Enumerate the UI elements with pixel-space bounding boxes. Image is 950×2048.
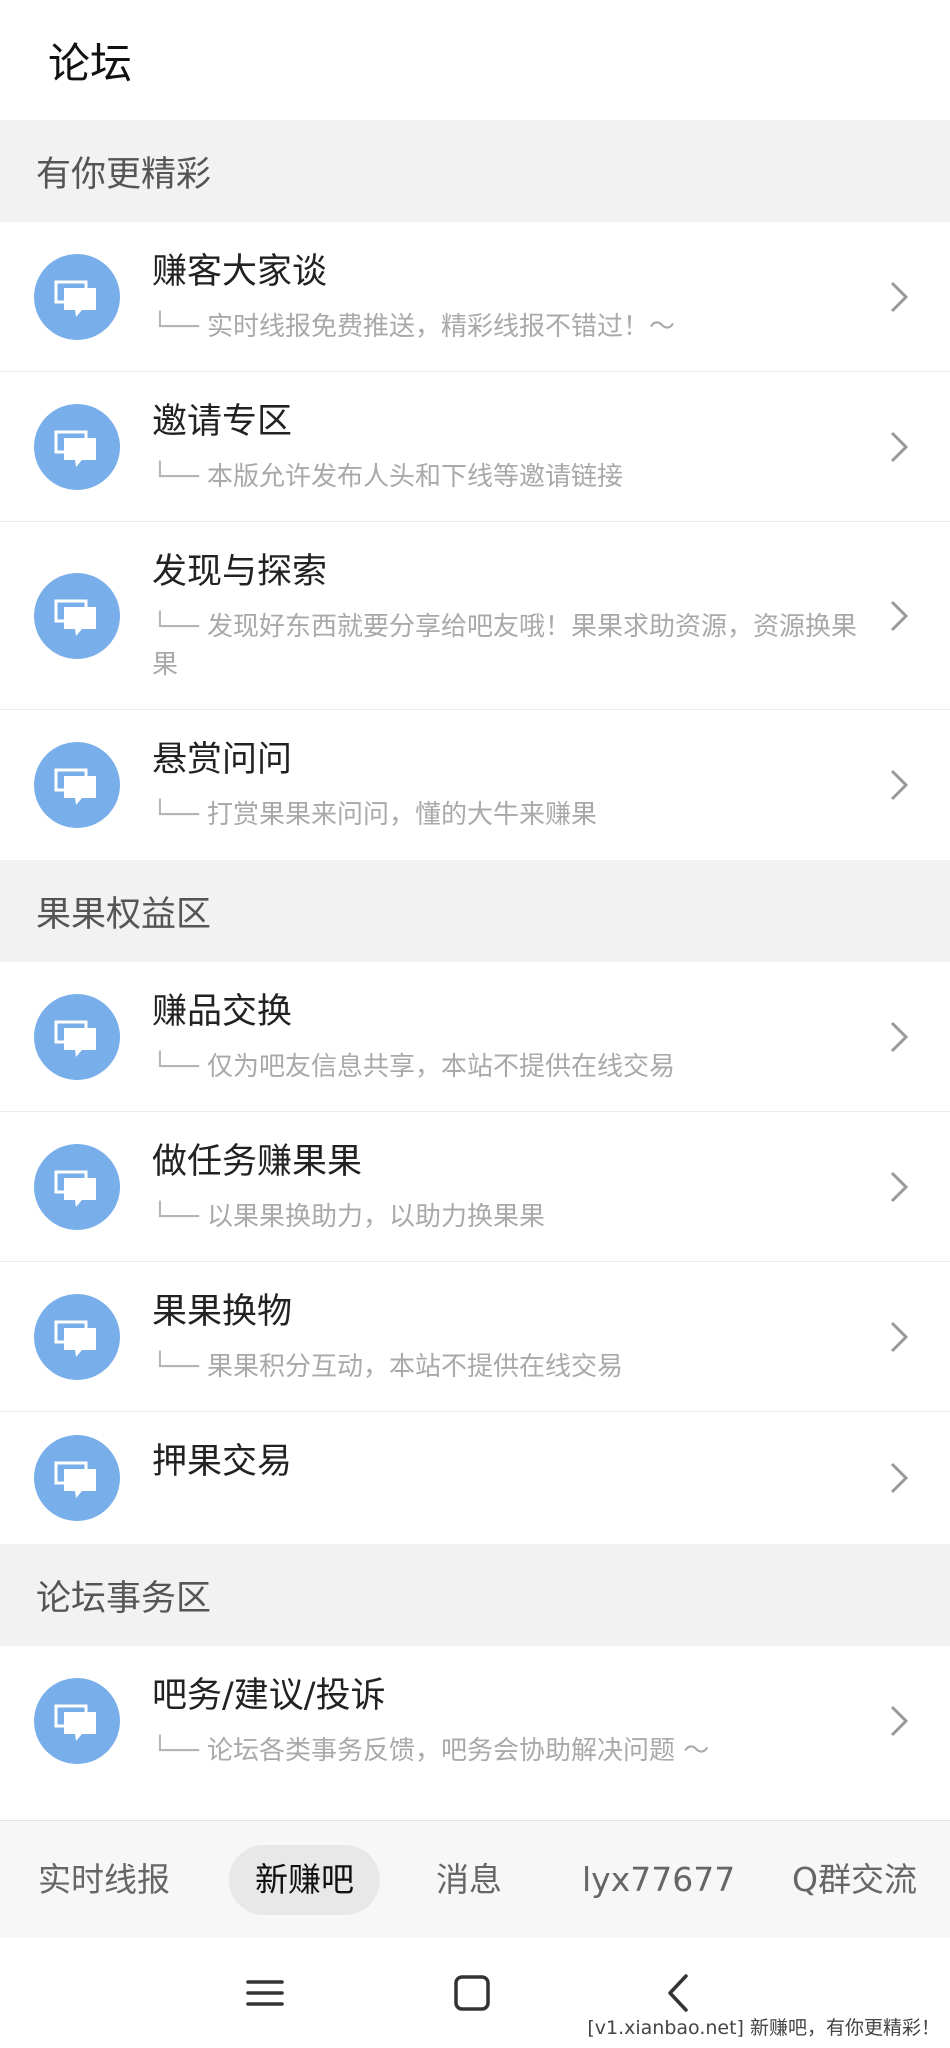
section-header-3: 论坛事务区 [0,1544,950,1646]
forum-item-zhuanpin-jiaohuan[interactable]: 赚品交换 └── 仅为吧友信息共享，本站不提供在线交易 [0,962,950,1112]
forum-item-zhuanke-dajiatan[interactable]: 赚客大家谈 └── 实时线报免费推送，精彩线报不错过！～ [0,222,950,372]
forum-item-yaguo-jiaoyi[interactable]: 押果交易 [0,1412,950,1544]
forum-item-guoguo-huanwu[interactable]: 果果换物 └── 果果积分互动，本站不提供在线交易 [0,1262,950,1412]
forum-item-desc-text: 以果果换助力，以助力换果果 [206,1202,545,1232]
chat-bubble-icon [34,404,120,490]
system-nav-bar: [v1.xianbao.net] 新赚吧，有你更精彩！ [0,1938,950,2048]
forum-item-title: 吧务/建议/投诉 [152,1676,386,1716]
tree-prefix: └── [152,612,199,642]
tree-prefix: └── [152,800,199,830]
forum-item-desc-text: 果果积分互动，本站不提供在线交易 [206,1352,623,1382]
tree-prefix: └── [152,1052,199,1082]
forum-item-title: 赚客大家谈 [152,252,328,292]
forum-item-desc: └── 本版允许发布人头和下线等邀请链接 [152,458,872,496]
chevron-right-icon [890,1321,909,1353]
bottom-tab-bar: 实时线报 新赚吧 消息 lyx77677 Q群交流 [0,1820,950,1938]
forum-item-faxian-tansuo[interactable]: 发现与探索 └── 发现好东西就要分享给吧友哦！果果求助资源，资源换果果 [0,522,950,710]
forum-item-title: 押果交易 [152,1442,293,1482]
tab-shishi-xianbao[interactable]: 实时线报 [38,1845,170,1915]
forum-item-title: 赚品交换 [152,992,293,1032]
forum-item-desc: └── 发现好东西就要分享给吧友哦！果果求助资源，资源换果果 [152,608,872,684]
chevron-right-icon [890,1021,909,1053]
chevron-right-icon [890,1705,909,1737]
forum-item-desc-text: 发现好东西就要分享给吧友哦！果果求助资源，资源换果果 [152,612,857,680]
forum-item-desc-text: 打赏果果来问问，懂的大牛来赚果 [206,800,597,830]
tab-xiaoxi[interactable]: 消息 [436,1845,502,1915]
forum-item-title: 做任务赚果果 [152,1142,363,1182]
chat-bubble-icon [34,1678,120,1764]
chevron-right-icon [890,1171,909,1203]
forum-item-title: 果果换物 [152,1292,293,1332]
section-header-2: 果果权益区 [0,860,950,962]
tree-prefix: └── [152,1352,199,1382]
forum-item-desc-text: 实时线报免费推送，精彩线报不错过！～ [206,312,675,342]
section-header-1: 有你更精彩 [0,120,950,222]
app-header: 论坛 [0,0,950,120]
tree-prefix: └── [152,1736,199,1766]
chat-bubble-icon [34,1144,120,1230]
chevron-right-icon [890,281,909,313]
chat-bubble-icon [34,573,120,659]
forum-item-desc: └── 仅为吧友信息共享，本站不提供在线交易 [152,1048,872,1086]
forum-list: 有你更精彩 赚客大家谈 └── 实时线报免费推送，精彩线报不错过！～ 邀请专区 └… [0,120,950,1796]
forum-item-desc: └── 果果积分互动，本站不提供在线交易 [152,1348,872,1386]
tab-user-profile[interactable]: lyx77677 [582,1845,735,1915]
chat-bubble-icon [34,742,120,828]
forum-item-bawu-jianyi-tousu[interactable]: 吧务/建议/投诉 └── 论坛各类事务反馈，吧务会协助解决问题 ～ [0,1646,950,1796]
tree-prefix: └── [152,1202,199,1232]
watermark: [v1.xianbao.net] 新赚吧，有你更精彩！ [587,2017,940,2039]
forum-item-desc: └── 实时线报免费推送，精彩线报不错过！～ [152,308,872,346]
chat-bubble-icon [34,994,120,1080]
chevron-right-icon [890,769,909,801]
forum-item-desc-text: 仅为吧友信息共享，本站不提供在线交易 [206,1052,675,1082]
chevron-right-icon [890,600,909,632]
menu-icon[interactable] [240,1968,290,2018]
chat-bubble-icon [34,254,120,340]
forum-item-desc: └── 论坛各类事务反馈，吧务会协助解决问题 ～ [152,1732,872,1770]
home-icon[interactable] [447,1968,497,2018]
forum-item-title: 悬赏问问 [152,740,293,780]
back-icon[interactable] [654,1968,704,2018]
tab-qqun-jiaoliu[interactable]: Q群交流 [792,1845,917,1915]
forum-item-xuanshang-wenwen[interactable]: 悬赏问问 └── 打赏果果来问问，懂的大牛来赚果 [0,710,950,860]
tree-prefix: └── [152,312,199,342]
forum-item-desc-text: 本版允许发布人头和下线等邀请链接 [206,462,623,492]
forum-item-desc-text: 论坛各类事务反馈，吧务会协助解决问题 ～ [206,1736,710,1766]
chat-bubble-icon [34,1435,120,1521]
tree-prefix: └── [152,462,199,492]
forum-item-title: 邀请专区 [152,402,293,442]
forum-item-title: 发现与探索 [152,552,328,592]
chevron-right-icon [890,1462,909,1494]
forum-item-zuorenwu[interactable]: 做任务赚果果 └── 以果果换助力，以助力换果果 [0,1112,950,1262]
page-title: 论坛 [48,39,133,88]
forum-item-desc: └── 以果果换助力，以助力换果果 [152,1198,872,1236]
chat-bubble-icon [34,1294,120,1380]
forum-item-yaoqing-zhuanqu[interactable]: 邀请专区 └── 本版允许发布人头和下线等邀请链接 [0,372,950,522]
tab-xin-zhuanba[interactable]: 新赚吧 [229,1845,380,1915]
forum-item-desc: └── 打赏果果来问问，懂的大牛来赚果 [152,796,872,834]
chevron-right-icon [890,431,909,463]
